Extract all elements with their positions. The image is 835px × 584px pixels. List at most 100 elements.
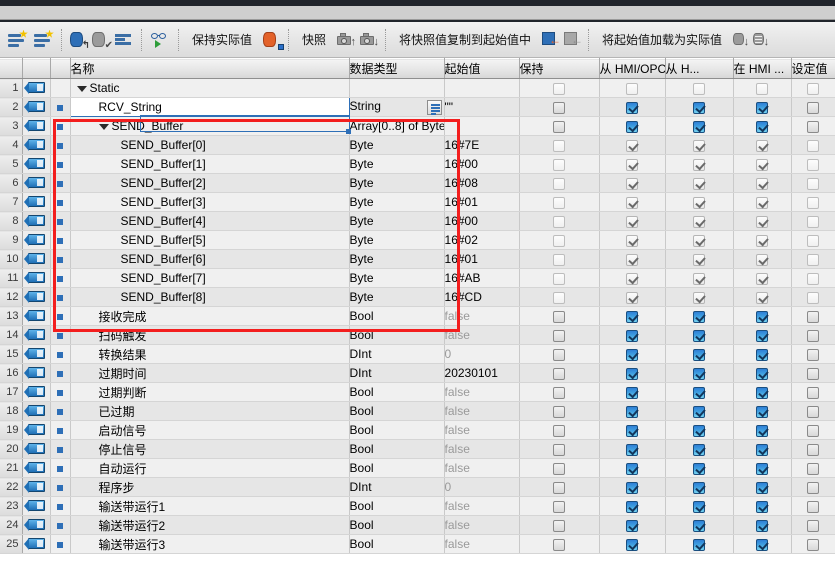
at-hmi-checkbox[interactable]: [733, 363, 792, 383]
data-type-cell[interactable]: Bool: [349, 496, 445, 516]
accessible-marker-icon[interactable]: [50, 97, 71, 117]
copy-snapshot-to-start-button[interactable]: 将快照值复制到起始值中: [391, 25, 539, 55]
variable-name-cell[interactable]: 停止信号: [70, 439, 350, 459]
table-row[interactable]: 8 SEND_Buffer[4] Byte 16#00: [0, 211, 835, 231]
data-type-cell[interactable]: Byte: [349, 268, 445, 288]
table-row[interactable]: 24 输送带运行2 Bool false: [0, 515, 835, 535]
accessible-marker-icon[interactable]: [50, 458, 71, 478]
from-hmi-opc-checkbox[interactable]: [599, 458, 666, 478]
from-hmi-checkbox[interactable]: [665, 211, 734, 231]
col-header-from-hmi-opc[interactable]: 从 HMI/OPC..: [599, 58, 666, 79]
start-value-cell[interactable]: 0: [444, 344, 520, 364]
retain-checkbox[interactable]: [519, 477, 600, 497]
table-row[interactable]: 16 过期时间 DInt 20230101: [0, 363, 835, 383]
accessible-marker-icon[interactable]: [50, 192, 71, 212]
from-hmi-checkbox[interactable]: [665, 382, 734, 402]
retain-checkbox[interactable]: [519, 116, 600, 136]
start-value-cell[interactable]: 20230101: [444, 363, 520, 383]
col-header-icon[interactable]: [22, 58, 51, 79]
at-hmi-checkbox[interactable]: [733, 97, 792, 117]
at-hmi-checkbox[interactable]: [733, 116, 792, 136]
from-hmi-checkbox[interactable]: [665, 477, 734, 497]
snapshot-db-button[interactable]: [260, 25, 285, 55]
col-header-rownum[interactable]: [0, 58, 23, 79]
col-header-datatype[interactable]: 数据类型: [349, 58, 445, 79]
start-value-cell[interactable]: 16#AB: [444, 268, 520, 288]
accessible-marker-icon[interactable]: [50, 515, 71, 535]
table-row[interactable]: 11 SEND_Buffer[7] Byte 16#AB: [0, 268, 835, 288]
start-value-cell[interactable]: 16#01: [444, 249, 520, 269]
start-value-cell[interactable]: "": [444, 97, 520, 117]
table-row[interactable]: 6 SEND_Buffer[2] Byte 16#08: [0, 173, 835, 193]
variable-name-cell[interactable]: 程序步: [70, 477, 350, 497]
col-header-at-hmi[interactable]: 在 HMI ...: [733, 58, 792, 79]
retain-checkbox[interactable]: [519, 515, 600, 535]
row-number[interactable]: 20: [0, 439, 23, 459]
from-hmi-opc-checkbox[interactable]: [599, 420, 666, 440]
at-hmi-checkbox[interactable]: [733, 154, 792, 174]
copy-all-to-start-button[interactable]: ←: [539, 25, 561, 55]
table-row[interactable]: 22 程序步 DInt 0: [0, 477, 835, 497]
at-hmi-checkbox[interactable]: [733, 515, 792, 535]
at-hmi-checkbox[interactable]: [733, 420, 792, 440]
retain-checkbox[interactable]: [519, 325, 600, 345]
table-row[interactable]: 1 Static: [0, 78, 835, 98]
setpoint-checkbox[interactable]: [791, 230, 835, 250]
accessible-marker-icon[interactable]: [50, 154, 71, 174]
setpoint-checkbox[interactable]: [791, 192, 835, 212]
col-header-retain[interactable]: 保持: [519, 58, 600, 79]
from-hmi-opc-checkbox[interactable]: [599, 515, 666, 535]
data-type-cell[interactable]: Byte: [349, 249, 445, 269]
setpoint-checkbox[interactable]: [791, 135, 835, 155]
setpoint-checkbox[interactable]: [791, 534, 835, 554]
setpoint-checkbox[interactable]: [791, 249, 835, 269]
row-number[interactable]: 19: [0, 420, 23, 440]
variable-name-cell[interactable]: SEND_Buffer[5]: [70, 230, 350, 250]
table-row[interactable]: 4 SEND_Buffer[0] Byte 16#7E: [0, 135, 835, 155]
db-upload-button[interactable]: ↰: [67, 25, 90, 55]
variable-name-cell[interactable]: SEND_Buffer[0]: [70, 135, 350, 155]
retain-checkbox[interactable]: [519, 496, 600, 516]
load-selected-start-values-button[interactable]: ↓: [750, 25, 770, 55]
row-number[interactable]: 1: [0, 78, 23, 98]
from-hmi-checkbox[interactable]: [665, 439, 734, 459]
variable-name-cell[interactable]: 启动信号: [70, 420, 350, 440]
from-hmi-checkbox[interactable]: [665, 97, 734, 117]
start-value-cell[interactable]: 16#CD: [444, 287, 520, 307]
from-hmi-checkbox[interactable]: [665, 249, 734, 269]
at-hmi-checkbox[interactable]: [733, 477, 792, 497]
table-row[interactable]: 10 SEND_Buffer[6] Byte 16#01: [0, 249, 835, 269]
from-hmi-checkbox[interactable]: [665, 515, 734, 535]
at-hmi-checkbox[interactable]: [733, 344, 792, 364]
from-hmi-opc-checkbox[interactable]: [599, 344, 666, 364]
from-hmi-opc-checkbox[interactable]: [599, 363, 666, 383]
row-number[interactable]: 22: [0, 477, 23, 497]
at-hmi-checkbox[interactable]: [733, 211, 792, 231]
from-hmi-checkbox[interactable]: [665, 287, 734, 307]
data-type-cell[interactable]: Bool: [349, 420, 445, 440]
accessible-marker-icon[interactable]: [50, 287, 71, 307]
variable-name-cell[interactable]: SEND_Buffer[8]: [70, 287, 350, 307]
retain-checkbox[interactable]: [519, 97, 600, 117]
retain-checkbox[interactable]: [519, 249, 600, 269]
setpoint-checkbox[interactable]: [791, 363, 835, 383]
variable-name-cell[interactable]: 已过期: [70, 401, 350, 421]
apply-snapshot-button[interactable]: ↓: [357, 25, 380, 55]
setpoint-checkbox[interactable]: [791, 458, 835, 478]
from-hmi-opc-checkbox[interactable]: [599, 306, 666, 326]
setpoint-checkbox[interactable]: [791, 344, 835, 364]
setpoint-checkbox[interactable]: [791, 325, 835, 345]
from-hmi-opc-checkbox[interactable]: [599, 135, 666, 155]
retain-checkbox[interactable]: [519, 135, 600, 155]
at-hmi-checkbox[interactable]: [733, 439, 792, 459]
data-type-cell[interactable]: Byte: [349, 173, 445, 193]
at-hmi-checkbox[interactable]: [733, 78, 792, 98]
col-header-startvalue[interactable]: 起始值: [444, 58, 520, 79]
start-value-cell[interactable]: [444, 116, 520, 136]
from-hmi-opc-checkbox[interactable]: [599, 154, 666, 174]
row-number[interactable]: 21: [0, 458, 23, 478]
row-number[interactable]: 9: [0, 230, 23, 250]
start-value-cell[interactable]: false: [444, 439, 520, 459]
at-hmi-checkbox[interactable]: [733, 458, 792, 478]
at-hmi-checkbox[interactable]: [733, 249, 792, 269]
